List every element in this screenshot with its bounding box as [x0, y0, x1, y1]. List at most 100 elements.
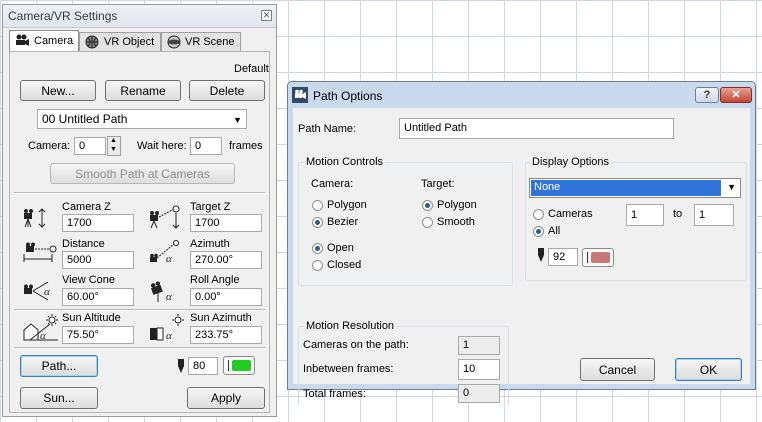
divider [14, 309, 265, 311]
dialog-titlebar[interactable]: Path Options ? ✕ [288, 82, 755, 108]
help-icon[interactable]: ? [695, 87, 719, 103]
closed-label[interactable]: Closed [327, 259, 361, 271]
dialog-title: Path Options [313, 89, 383, 103]
camera-polygon-radio[interactable] [312, 200, 323, 211]
display-from-field[interactable]: 1 [626, 204, 664, 226]
target-z-label: Target Z [190, 201, 231, 213]
app-icon [292, 87, 308, 103]
to-label: to [673, 208, 683, 220]
motion-resolution-title: Motion Resolution [304, 320, 397, 332]
camera-z-field[interactable]: 1700 [62, 214, 134, 232]
tab-vr-object[interactable]: VR Object [79, 32, 161, 52]
globe-icon [85, 35, 99, 49]
view-cone-label: View Cone [62, 274, 115, 286]
view-cone-field[interactable]: 60.00° [62, 288, 134, 306]
camera-polygon-label[interactable]: Polygon [327, 199, 367, 211]
target-polygon-radio[interactable] [422, 200, 433, 211]
camera-tab-content: Default New... Rename Delete 00 Untitled… [9, 51, 270, 413]
new-button[interactable]: New... [20, 80, 96, 101]
target-mode-label: Target: [421, 178, 455, 190]
delete-button[interactable]: Delete [189, 80, 265, 101]
dialog-body: Path Name: Untitled Path Motion Controls… [293, 108, 750, 407]
azimuth-icon: α [150, 240, 179, 265]
svg-text:α: α [44, 286, 50, 298]
close-icon[interactable]: ✕ [261, 10, 272, 21]
sun-azimuth-field[interactable]: 233.75° [190, 326, 262, 344]
view-cone-icon: α [24, 281, 50, 301]
target-polygon-label[interactable]: Polygon [437, 199, 477, 211]
camera-vr-palette: Camera/VR Settings ✕ Camera VR Object VR… [2, 4, 277, 417]
path-name-field[interactable]: Untitled Path [399, 118, 674, 139]
display-pen-swatch[interactable] [582, 248, 614, 267]
camera-stepper[interactable]: ▲ ▼ [107, 136, 121, 156]
palette-titlebar[interactable]: Camera/VR Settings ✕ [3, 5, 276, 28]
sun-altitude-label: Sun Altitude [62, 312, 121, 324]
target-smooth-label[interactable]: Smooth [437, 216, 475, 228]
default-label: Default [234, 63, 269, 75]
pen-icon [178, 359, 184, 373]
camera-height-icon [24, 208, 46, 228]
azimuth-field[interactable]: 270.00° [190, 251, 262, 269]
open-radio[interactable] [312, 243, 323, 254]
smooth-path-button[interactable]: Smooth Path at Cameras [50, 163, 235, 184]
svg-text:α: α [166, 291, 172, 303]
sphere-icon [167, 35, 181, 49]
display-all-radio[interactable] [533, 226, 544, 237]
tab-camera[interactable]: Camera [9, 30, 79, 52]
palette-title: Camera/VR Settings [8, 9, 118, 23]
path-button[interactable]: Path... [20, 355, 98, 377]
display-pen-color-fill [591, 252, 610, 263]
pen-color-marker [228, 360, 229, 371]
distance-field[interactable]: 5000 [62, 251, 134, 269]
cancel-button[interactable]: Cancel [580, 358, 655, 381]
svg-text:α: α [40, 330, 46, 342]
wait-here-field[interactable]: 0 [190, 137, 222, 155]
chevron-down-icon: ▼ [233, 115, 242, 125]
pen-color-swatch[interactable] [223, 356, 255, 375]
display-pen-field[interactable]: 92 [548, 248, 578, 266]
display-to-field[interactable]: 1 [694, 204, 734, 226]
close-icon[interactable]: ✕ [720, 87, 752, 103]
inbetween-frames-field[interactable]: 10 [458, 359, 500, 380]
closed-radio[interactable] [312, 260, 323, 271]
target-height-icon [150, 205, 180, 229]
total-frames-label: Total frames: [303, 388, 366, 400]
display-pen-marker [587, 252, 588, 263]
tab-vr-scene-label: VR Scene [185, 36, 235, 48]
frames-label: frames [229, 140, 263, 152]
path-name-label: Path Name: [298, 123, 357, 135]
sun-altitude-field[interactable]: 75.50° [62, 326, 134, 344]
camera-mode-label: Camera: [311, 178, 354, 190]
apply-button[interactable]: Apply [187, 387, 265, 409]
display-select[interactable]: None ▼ [529, 178, 741, 198]
display-options-title: Display Options [530, 156, 612, 168]
sun-azimuth-icon: α [150, 314, 184, 342]
camera-bezier-radio[interactable] [312, 217, 323, 228]
display-cameras-radio[interactable] [533, 209, 544, 220]
divider [14, 347, 265, 349]
tab-vr-object-label: VR Object [104, 36, 155, 48]
roll-angle-field[interactable]: 0.00° [190, 288, 262, 306]
motion-controls-title: Motion Controls [304, 156, 386, 168]
stepper-up-icon[interactable]: ▲ [110, 137, 117, 144]
pen-number-field[interactable]: 80 [188, 357, 218, 375]
path-select[interactable]: 00 Untitled Path ▼ [37, 109, 247, 129]
camera-label: Camera: [28, 140, 71, 152]
sun-azimuth-label: Sun Azimuth [190, 312, 252, 324]
chevron-down-icon: ▼ [727, 182, 736, 192]
display-all-label[interactable]: All [548, 225, 560, 237]
target-smooth-radio[interactable] [422, 217, 433, 228]
display-cameras-label[interactable]: Cameras [548, 208, 593, 220]
sun-button[interactable]: Sun... [20, 387, 98, 409]
rename-button[interactable]: Rename [105, 80, 181, 101]
ok-button[interactable]: OK [675, 358, 742, 381]
svg-text:α: α [166, 253, 172, 265]
target-z-field[interactable]: 1700 [190, 214, 262, 232]
stepper-down-icon[interactable]: ▼ [110, 146, 117, 153]
camera-index-field[interactable]: 0 [74, 137, 106, 155]
open-label[interactable]: Open [327, 242, 354, 254]
roll-angle-icon: α [150, 281, 172, 303]
tab-vr-scene[interactable]: VR Scene [161, 32, 241, 52]
camera-bezier-label[interactable]: Bezier [327, 216, 358, 228]
wait-here-label: Wait here: [137, 140, 187, 152]
